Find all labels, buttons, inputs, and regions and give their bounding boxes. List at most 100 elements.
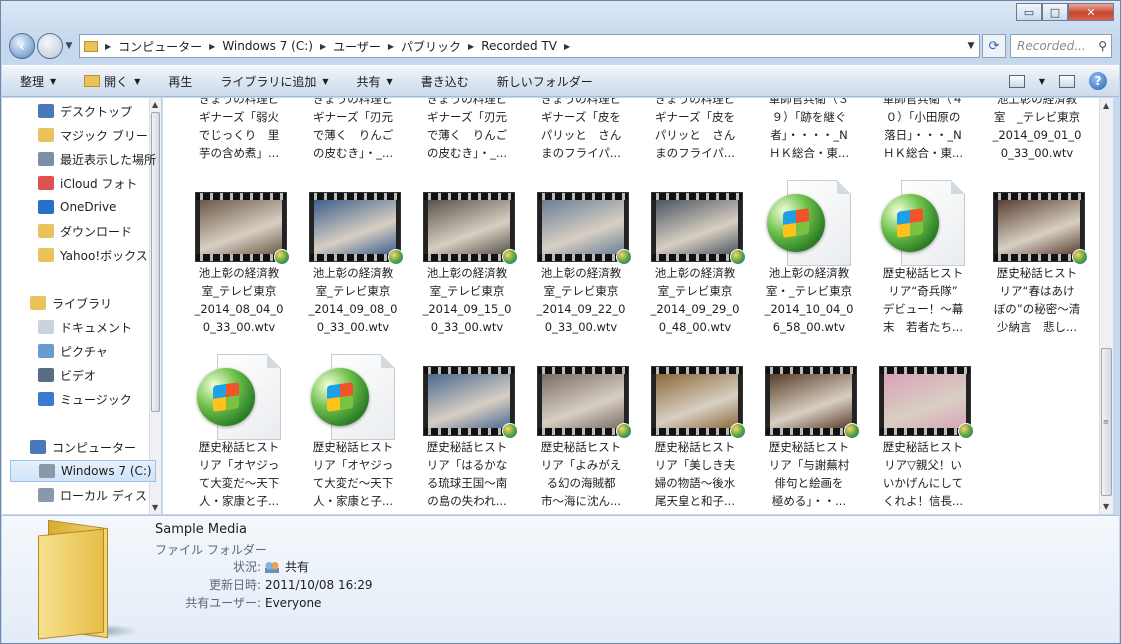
drive-icon bbox=[38, 488, 54, 502]
breadcrumb-separator[interactable]: ▶ bbox=[102, 42, 114, 51]
status-value: 共有 bbox=[285, 560, 310, 574]
burn-button[interactable]: 書き込む bbox=[421, 73, 469, 90]
file-name: 歴史秘話ヒスト リア「オヤジっ て大変だ～天下 人・家康と子... bbox=[312, 440, 394, 508]
status-label: 状況: bbox=[232, 560, 261, 574]
organize-menu[interactable]: 整理 ▼ bbox=[20, 73, 56, 90]
sidebar-item-label: ドキュメント bbox=[60, 320, 133, 335]
search-input[interactable]: Recorded... ⚲ bbox=[1010, 34, 1112, 58]
breadcrumb-separator[interactable]: ▶ bbox=[465, 42, 477, 51]
close-button[interactable]: ✕ bbox=[1068, 3, 1114, 21]
share-label: 共有 bbox=[356, 74, 381, 89]
sidebar-item[interactable]: ライブラリ bbox=[30, 292, 112, 314]
search-placeholder: Recorded... bbox=[1017, 39, 1086, 53]
minimize-button[interactable]: ▭ bbox=[1016, 3, 1042, 21]
scroll-up-icon[interactable]: ▲ bbox=[1103, 101, 1109, 110]
media-center-badge-icon bbox=[730, 423, 746, 439]
details-shared-row: 共有ユーザー: Everyone bbox=[155, 594, 321, 611]
sidebar-item-label: ローカル ディス bbox=[60, 488, 147, 503]
media-center-badge-icon bbox=[616, 249, 632, 265]
desktop-icon bbox=[38, 104, 54, 118]
open-button[interactable]: 開く ▼ bbox=[84, 73, 140, 90]
back-button[interactable]: ‹ bbox=[9, 33, 35, 59]
preview-pane-icon[interactable] bbox=[1059, 74, 1075, 88]
maximize-button[interactable]: □ bbox=[1042, 3, 1068, 21]
file-name: 歴史秘話ヒスト リア「よみがえ る幻の海賊都 市～海に沈ん... bbox=[540, 440, 622, 508]
breadcrumb-computer[interactable]: コンピューター bbox=[114, 38, 206, 55]
scroll-down-icon[interactable]: ▼ bbox=[152, 503, 158, 512]
sidebar-item-label: デスクトップ bbox=[60, 104, 133, 119]
video-thumbnail bbox=[651, 192, 746, 265]
breadcrumb-separator[interactable]: ▶ bbox=[317, 42, 329, 51]
sidebar-item[interactable]: コンピューター bbox=[30, 436, 136, 458]
sidebar-item[interactable]: OneDrive bbox=[38, 196, 116, 218]
media-center-badge-icon bbox=[844, 423, 860, 439]
media-center-badge-icon bbox=[502, 423, 518, 439]
media-center-badge-icon bbox=[958, 423, 974, 439]
scroll-down-icon[interactable]: ▼ bbox=[1103, 502, 1109, 511]
file-name: 池上彰の経済教 室 _テレビ東京 _2014_09_01_0 0_33_00.w… bbox=[992, 98, 1082, 160]
new-folder-button[interactable]: 新しいフォルダー bbox=[497, 73, 593, 90]
address-row: ‹ › ▼ ▶ コンピューター ▶ Windows 7 (C:) ▶ ユーザー … bbox=[9, 31, 1112, 61]
video-thumbnail bbox=[993, 192, 1088, 265]
sidebar-item-label: 最近表示した場所 bbox=[60, 152, 157, 167]
sidebar-item[interactable]: マジック ブリー bbox=[38, 124, 148, 146]
help-icon[interactable]: ? bbox=[1089, 72, 1107, 90]
breadcrumb-separator[interactable]: ▶ bbox=[385, 42, 397, 51]
refresh-button[interactable]: ⟳ bbox=[982, 34, 1006, 58]
share-menu[interactable]: 共有 ▼ bbox=[357, 73, 393, 90]
breadcrumb-drive[interactable]: Windows 7 (C:) bbox=[218, 39, 317, 53]
breadcrumb-separator[interactable]: ▶ bbox=[206, 42, 218, 51]
sidebar-item[interactable]: デスクトップ bbox=[38, 100, 132, 122]
sidebar-item[interactable]: ピクチャ bbox=[38, 340, 108, 362]
content-scrollbar[interactable]: ▲ ≡ ▼ bbox=[1099, 98, 1113, 514]
sidebar-item-label: マジック ブリー bbox=[60, 128, 148, 143]
computer-icon bbox=[30, 440, 46, 454]
play-label: 再生 bbox=[168, 74, 193, 89]
onedrive-icon bbox=[38, 200, 54, 214]
details-status-row: 状況: 共有 bbox=[155, 558, 309, 575]
add-to-library-menu[interactable]: ライブラリに追加 ▼ bbox=[220, 73, 328, 90]
sidebar-item[interactable]: ローカル ディス bbox=[38, 484, 147, 506]
libraries-icon bbox=[30, 296, 46, 310]
video-thumbnail bbox=[765, 366, 860, 439]
file-name: 池上彰の経済教 室_テレビ東京 _2014_09_29_0 0_48_00.wt… bbox=[650, 266, 740, 334]
address-dropdown-icon[interactable]: ▼ bbox=[963, 41, 979, 51]
scrollbar-grip-icon: ≡ bbox=[1103, 418, 1109, 426]
chevron-down-icon: ▼ bbox=[134, 76, 141, 86]
play-button[interactable]: 再生 bbox=[168, 73, 192, 90]
file-name: 歴史秘話ヒスト リア「はるかな る琉球王国～南 の島の失われ... bbox=[426, 440, 508, 508]
video-thumbnail bbox=[195, 192, 290, 265]
forward-button[interactable]: › bbox=[37, 33, 63, 59]
details-pane: Sample Media ファイル フォルダー 状況: 共有 更新日時: 201… bbox=[2, 515, 1119, 643]
breadcrumb-public[interactable]: パブリック bbox=[397, 38, 465, 55]
address-bar[interactable]: ▶ コンピューター ▶ Windows 7 (C:) ▶ ユーザー ▶ パブリッ… bbox=[79, 34, 980, 58]
sidebar-item[interactable]: ドキュメント bbox=[38, 316, 132, 338]
scroll-up-icon[interactable]: ▲ bbox=[152, 100, 158, 109]
sidebar-item[interactable]: ミュージック bbox=[38, 388, 132, 410]
media-center-badge-icon bbox=[1072, 249, 1088, 265]
breadcrumb-separator[interactable]: ▶ bbox=[561, 42, 573, 51]
view-dropdown-icon[interactable]: ▼ bbox=[1039, 77, 1045, 86]
folder-icon bbox=[84, 40, 98, 52]
shared-value: Everyone bbox=[265, 595, 322, 610]
change-view-icon[interactable] bbox=[1008, 74, 1025, 88]
organize-label: 整理 bbox=[20, 74, 45, 89]
burn-label: 書き込む bbox=[420, 74, 469, 89]
sidebar-item[interactable]: Windows 7 (C:) bbox=[10, 460, 156, 482]
recent-places-icon bbox=[38, 152, 54, 166]
open-label: 開く bbox=[104, 74, 129, 89]
video-thumbnail bbox=[309, 192, 404, 265]
breadcrumb-users[interactable]: ユーザー bbox=[329, 38, 385, 55]
search-icon[interactable]: ⚲ bbox=[1098, 39, 1107, 53]
sidebar-item[interactable]: iCloud フォト bbox=[38, 172, 137, 194]
sidebar-item[interactable]: ダウンロード bbox=[38, 220, 132, 242]
breadcrumb-recorded-tv[interactable]: Recorded TV bbox=[477, 39, 561, 53]
sidebar-item[interactable]: Yahoo!ボックス bbox=[38, 244, 148, 266]
recent-pages-dropdown[interactable]: ▼ bbox=[63, 41, 75, 51]
file-name: 歴史秘話ヒスト リア「美しき夫 婦の物語～後水 尾天皇と和子... bbox=[654, 440, 736, 508]
sidebar-item[interactable]: 最近表示した場所 bbox=[38, 148, 156, 170]
windows-media-file-icon bbox=[767, 180, 851, 268]
downloads-icon bbox=[38, 224, 54, 238]
video-thumbnail bbox=[651, 366, 746, 439]
sidebar-item[interactable]: ビデオ bbox=[38, 364, 96, 386]
